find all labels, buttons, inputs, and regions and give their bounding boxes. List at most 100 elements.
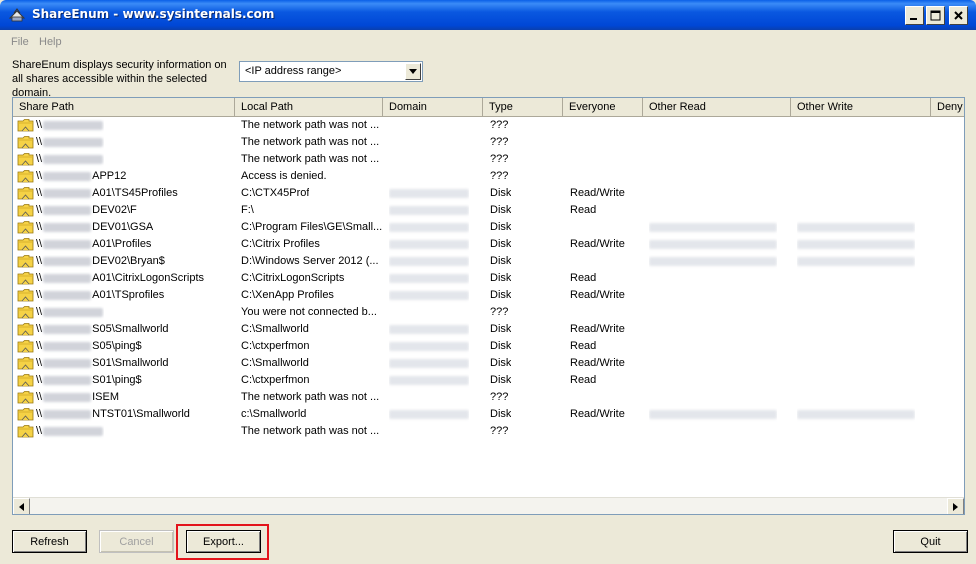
share-path-prefix: \\ — [36, 170, 43, 182]
cell-domain-redacted — [389, 255, 469, 269]
table-row[interactable]: \\ A01\Profiles C:\Citrix Profiles Disk Read… — [13, 236, 964, 253]
table-row[interactable]: \\ S01\Smallworld C:\Smallworld Disk Read/Wr… — [13, 355, 964, 372]
table-row[interactable]: \\ S05\ping$ C:\ctxperfmon Disk Read — [13, 338, 964, 355]
close-button[interactable] — [949, 6, 968, 25]
cell-type: ??? — [490, 306, 509, 318]
cell-type: Disk — [490, 374, 512, 386]
menu-file[interactable]: File — [11, 36, 29, 48]
cell-local-path: C:\CitrixLogonScripts — [241, 272, 345, 284]
share-path-suffix: S01\ping$ — [92, 374, 142, 386]
column-local-path[interactable]: Local Path — [235, 98, 383, 117]
cell-share-path: \\ A01\TS45Profiles — [36, 187, 178, 201]
redacted-host — [43, 273, 92, 283]
cell-domain-redacted — [389, 238, 469, 252]
cell-domain-redacted — [389, 408, 469, 422]
table-row[interactable]: \\ S01\ping$ C:\ctxperfmon Disk Read — [13, 372, 964, 389]
quit-button[interactable]: Quit — [893, 530, 968, 553]
cell-share-path: \\ — [36, 136, 104, 150]
cell-other-write-redacted — [797, 238, 915, 252]
table-row[interactable]: \\ A01\TSprofiles C:\XenApp Profiles Disk Re… — [13, 287, 964, 304]
shared-folder-icon — [17, 134, 34, 150]
cell-domain-redacted — [389, 340, 469, 354]
column-deny[interactable]: Deny — [931, 98, 964, 117]
share-path-suffix: ISEM — [92, 391, 120, 403]
cell-everyone: Read/Write — [570, 238, 625, 250]
shareenum-app-icon — [8, 8, 26, 22]
column-share-path[interactable]: Share Path — [13, 98, 235, 117]
cell-type: Disk — [490, 340, 512, 352]
shared-folder-icon — [17, 355, 34, 371]
table-row[interactable]: \\ DEV02\Bryan$ D:\Windows Server 2012 (..… — [13, 253, 964, 270]
redacted-host — [43, 307, 104, 317]
table-row[interactable]: \\ You were not connected b...??? — [13, 304, 964, 321]
shared-folder-icon — [17, 423, 34, 439]
redacted-host — [43, 154, 104, 164]
share-path-suffix: S05\ping$ — [92, 340, 142, 352]
cell-share-path: \\ — [36, 425, 104, 439]
shared-folder-icon — [17, 372, 34, 388]
column-everyone[interactable]: Everyone — [563, 98, 643, 117]
cell-type: ??? — [490, 391, 509, 403]
column-other-read[interactable]: Other Read — [643, 98, 791, 117]
cell-share-path: \\ DEV02\F — [36, 204, 137, 218]
share-path-prefix: \\ — [36, 374, 43, 386]
table-row[interactable]: \\ A01\CitrixLogonScripts C:\CitrixLogonSc… — [13, 270, 964, 287]
cell-local-path: C:\Program Files\GE\Small... — [241, 221, 383, 233]
column-type[interactable]: Type — [483, 98, 563, 117]
column-domain[interactable]: Domain — [383, 98, 483, 117]
table-row[interactable]: \\ A01\TS45Profiles C:\CTX45Prof Disk Read/W… — [13, 185, 964, 202]
table-row[interactable]: \\ DEV01\GSA C:\Program Files\GE\Small... D… — [13, 219, 964, 236]
redacted-host — [43, 171, 92, 181]
scroll-right-button[interactable] — [947, 498, 964, 514]
share-path-prefix: \\ — [36, 153, 43, 165]
redacted-host — [43, 290, 92, 300]
cell-type: ??? — [490, 153, 509, 165]
cell-type: Disk — [490, 408, 512, 420]
redacted-host — [43, 188, 92, 198]
dropdown-button[interactable] — [405, 63, 421, 80]
table-row[interactable]: \\ The network path was not ...??? — [13, 151, 964, 168]
share-path-suffix: A01\CitrixLogonScripts — [92, 272, 205, 284]
cell-share-path: \\ A01\Profiles — [36, 238, 151, 252]
cell-everyone: Read/Write — [570, 187, 625, 199]
table-row[interactable]: \\ The network path was not ...??? — [13, 117, 964, 134]
refresh-button[interactable]: Refresh — [12, 530, 87, 553]
cell-domain-redacted — [389, 187, 469, 201]
cell-local-path: The network path was not ... — [241, 153, 380, 165]
cell-other-read-redacted — [649, 238, 777, 252]
ip-range-value: <IP address range> — [245, 65, 342, 77]
column-other-write[interactable]: Other Write — [791, 98, 931, 117]
cell-other-read-redacted — [649, 408, 777, 422]
cell-local-path: The network path was not ... — [241, 119, 380, 131]
cell-everyone: Read — [570, 272, 597, 284]
horizontal-scrollbar[interactable] — [13, 497, 964, 514]
arrow-right-icon — [953, 502, 958, 511]
table-row[interactable]: \\ ISEM The network path was not ...??? — [13, 389, 964, 406]
quit-label: Quit — [920, 535, 941, 548]
table-row[interactable]: \\ The network path was not ...??? — [13, 134, 964, 151]
maximize-button[interactable] — [926, 6, 945, 25]
table-row[interactable]: \\ DEV02\F F:\ Disk Read — [13, 202, 964, 219]
cell-everyone: Read/Write — [570, 357, 625, 369]
cell-domain-redacted — [389, 289, 469, 303]
scroll-left-button[interactable] — [13, 498, 30, 514]
share-path-suffix: A01\TS45Profiles — [92, 187, 178, 199]
table-row[interactable]: \\ The network path was not ...??? — [13, 423, 964, 440]
title-bar[interactable]: ShareEnum - www.sysinternals.com — [0, 0, 976, 30]
minimize-button[interactable] — [905, 6, 924, 25]
shares-list[interactable]: Share Path Local Path Domain Type Everyo… — [12, 97, 965, 515]
table-row[interactable]: \\ APP12 Access is denied.??? — [13, 168, 964, 185]
cell-share-path: \\ S05\ping$ — [36, 340, 142, 354]
share-path-prefix: \\ — [36, 255, 43, 267]
table-row[interactable]: \\ NTST01\Smallworld c:\Smallworld Disk Read… — [13, 406, 964, 423]
cell-type: ??? — [490, 170, 509, 182]
menu-help[interactable]: Help — [39, 36, 62, 48]
table-row[interactable]: \\ S05\Smallworld C:\Smallworld Disk Read/Wr… — [13, 321, 964, 338]
cell-domain-redacted — [389, 204, 469, 218]
cell-type: Disk — [490, 187, 512, 199]
ip-range-select[interactable]: <IP address range> — [239, 61, 423, 82]
share-path-prefix: \\ — [36, 204, 43, 216]
shared-folder-icon — [17, 270, 34, 286]
cell-local-path: Access is denied. — [241, 170, 327, 182]
list-header: Share Path Local Path Domain Type Everyo… — [13, 98, 964, 117]
